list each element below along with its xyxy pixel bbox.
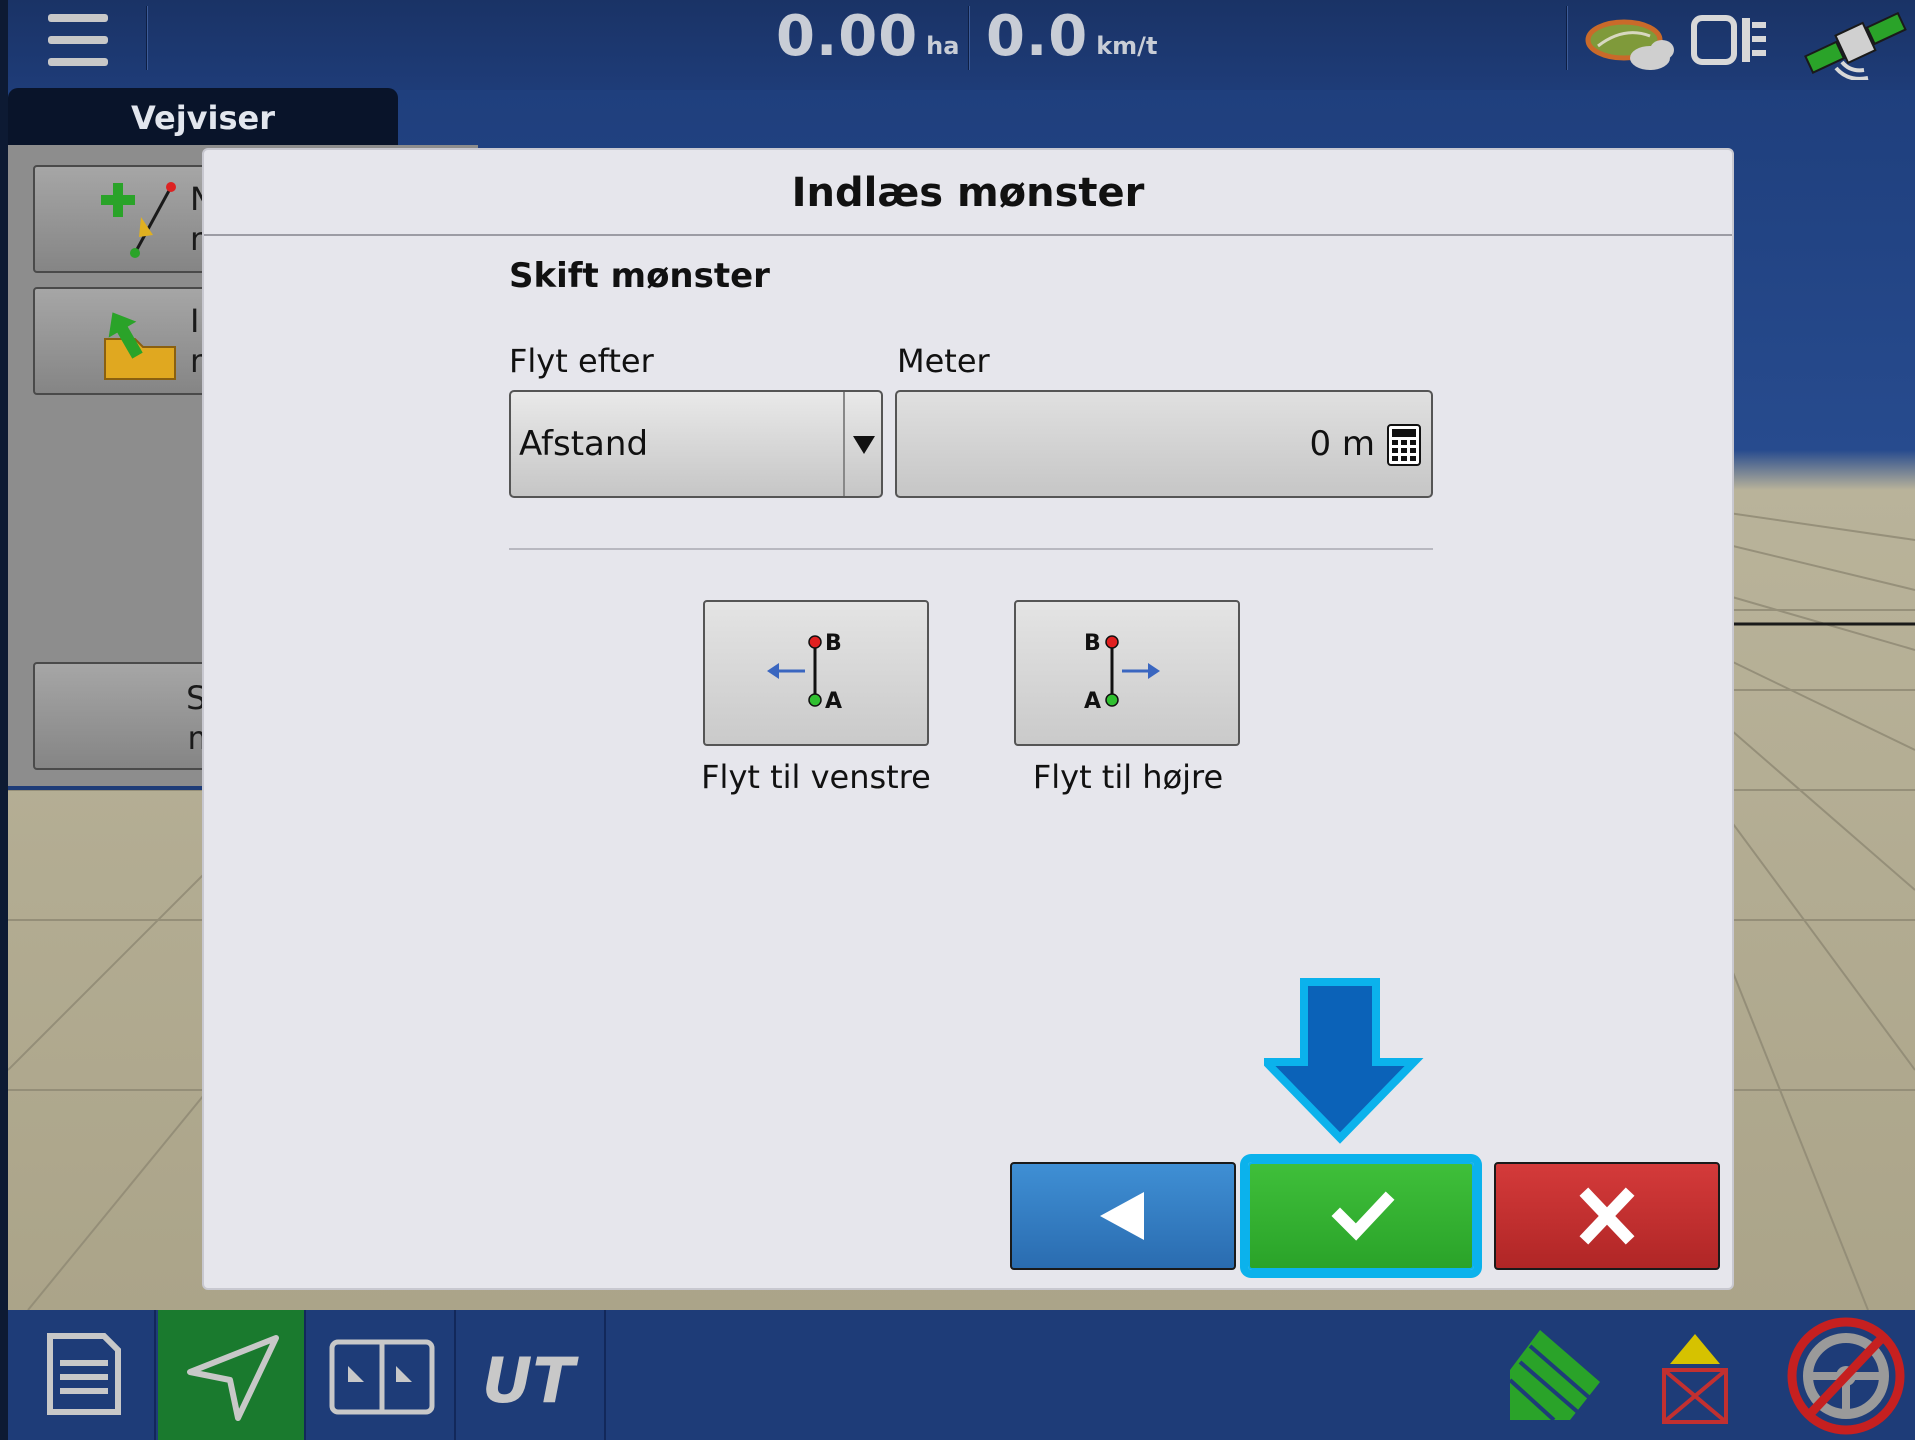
hamburger-menu-icon[interactable] (40, 12, 120, 74)
back-button[interactable] (1010, 1162, 1236, 1270)
mapping-warning-icon[interactable] (1650, 1310, 1740, 1440)
document-button[interactable] (8, 1310, 156, 1440)
guidance-icon (187, 1335, 279, 1421)
point-b-label: B (825, 631, 842, 656)
shift-by-value: Afstand (519, 424, 649, 464)
field-coverage-icon[interactable] (1500, 1310, 1610, 1440)
shift-left-icon: B A (767, 631, 842, 714)
left-edge (0, 0, 8, 1440)
chevron-down-icon[interactable] (843, 392, 881, 496)
point-a-label: A (825, 689, 842, 714)
split-screen-icon (329, 1339, 435, 1415)
tab-vejviser[interactable]: Vejviser (8, 88, 398, 148)
confirm-button[interactable] (1248, 1162, 1474, 1270)
shift-left-label: Flyt til venstre (701, 758, 931, 796)
back-arrow-icon (1100, 1192, 1144, 1240)
load-pattern-icon (104, 312, 176, 380)
meter-label: Meter (897, 342, 990, 380)
universal-terminal-icon: UT (482, 1344, 579, 1417)
gnss-signal-icon[interactable] (1580, 10, 1680, 80)
display-mode-icon[interactable] (1690, 12, 1770, 72)
status-bar: 0.00 ha 0.0 km/t (0, 0, 1915, 90)
universal-terminal-button[interactable]: UT (458, 1310, 606, 1440)
point-b-label: B (1084, 631, 1101, 656)
point-a-label: A (1084, 689, 1101, 714)
load-pattern-dialog: Indlæs mønster Skift mønster Flyt efter … (202, 148, 1734, 1290)
highlight-arrow-icon (1264, 978, 1424, 1144)
guidance-button[interactable] (158, 1310, 306, 1440)
steering-disabled-icon[interactable] (1782, 1310, 1910, 1440)
shift-right-icon: B A (1084, 631, 1160, 714)
section-title: Skift mønster (509, 256, 770, 296)
shift-right-button[interactable]: B A (1014, 600, 1240, 746)
bottom-toolbar: UT (0, 1310, 1915, 1440)
area-unit: ha (926, 32, 960, 60)
x-icon (1579, 1187, 1635, 1245)
dialog-title: Indlæs mønster (204, 150, 1732, 236)
meter-input[interactable]: 0 m (895, 390, 1433, 498)
shift-right-label: Flyt til højre (1032, 758, 1224, 796)
speed-unit: km/t (1096, 32, 1158, 60)
calculator-icon[interactable] (1387, 424, 1421, 466)
divider (509, 548, 1433, 550)
speed-readout: 0.0 km/t (986, 0, 1157, 72)
shift-by-label: Flyt efter (509, 342, 654, 380)
cancel-button[interactable] (1494, 1162, 1720, 1270)
svg-text:UT: UT (482, 1344, 579, 1417)
shift-left-button[interactable]: B A (703, 600, 929, 746)
shift-by-dropdown[interactable]: Afstand (509, 390, 883, 498)
meter-value: 0 m (1309, 424, 1375, 464)
new-pattern-icon (101, 182, 176, 258)
area-readout: 0.00 ha (776, 0, 959, 72)
checkmark-icon (1331, 1191, 1395, 1241)
speed-value: 0.0 (986, 4, 1089, 69)
document-icon (47, 1333, 121, 1415)
area-value: 0.00 (776, 4, 919, 69)
satellite-icon[interactable] (1800, 4, 1910, 80)
split-screen-button[interactable] (308, 1310, 456, 1440)
